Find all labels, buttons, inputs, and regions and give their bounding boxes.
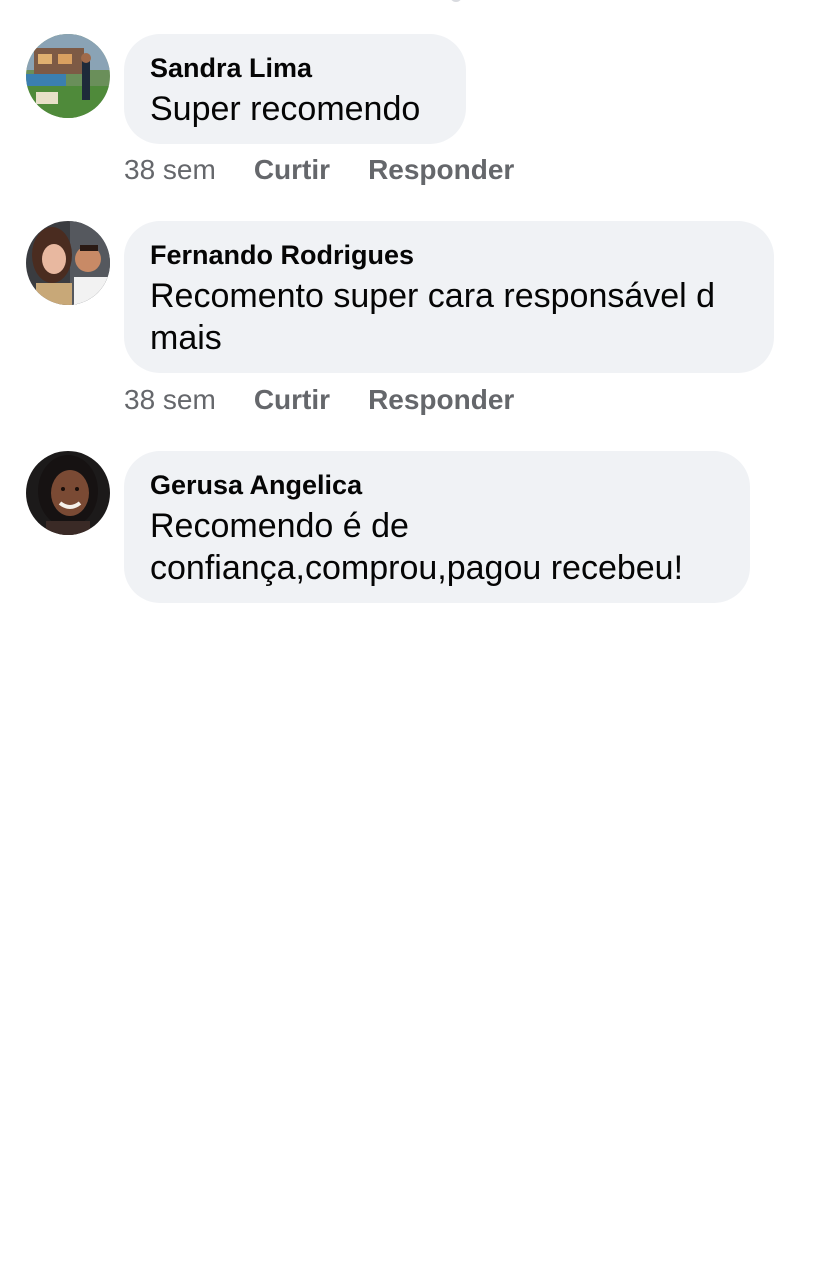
like-button[interactable]: Curtir xyxy=(254,384,330,416)
avatar-image-icon xyxy=(26,221,110,305)
avatar[interactable] xyxy=(26,34,110,118)
avatar-image-icon xyxy=(26,451,110,535)
comment-text: Recomendo é de confiança,comprou,pagou r… xyxy=(150,507,684,587)
comment-bubble: Sandra Lima Super recomendo xyxy=(124,34,466,144)
comment-actions: 38 sem Curtir Responder xyxy=(124,384,552,416)
comment-text: Recomento super cara responsável d mais xyxy=(150,277,716,357)
reply-button[interactable]: Responder xyxy=(368,384,514,416)
comment-actions: 38 sem Curtir Responder xyxy=(124,154,552,186)
comment-author[interactable]: Sandra Lima xyxy=(150,50,440,86)
like-button[interactable]: Curtir xyxy=(254,154,330,186)
comment-author[interactable]: Fernando Rodrigues xyxy=(150,237,748,273)
comment-text: Super recomendo xyxy=(150,90,421,128)
comment-timestamp[interactable]: 38 sem xyxy=(124,154,216,186)
avatar-image-icon xyxy=(26,34,110,118)
comment-bubble: Gerusa Angelica Recomendo é de confiança… xyxy=(124,451,750,603)
comment-author[interactable]: Gerusa Angelica xyxy=(150,467,724,503)
comment-timestamp[interactable]: 38 sem xyxy=(124,384,216,416)
avatar[interactable] xyxy=(26,451,110,535)
reply-button[interactable]: Responder xyxy=(368,154,514,186)
scroll-indicator xyxy=(450,0,462,2)
comment-bubble: Fernando Rodrigues Recomento super cara … xyxy=(124,221,774,373)
avatar[interactable] xyxy=(26,221,110,305)
